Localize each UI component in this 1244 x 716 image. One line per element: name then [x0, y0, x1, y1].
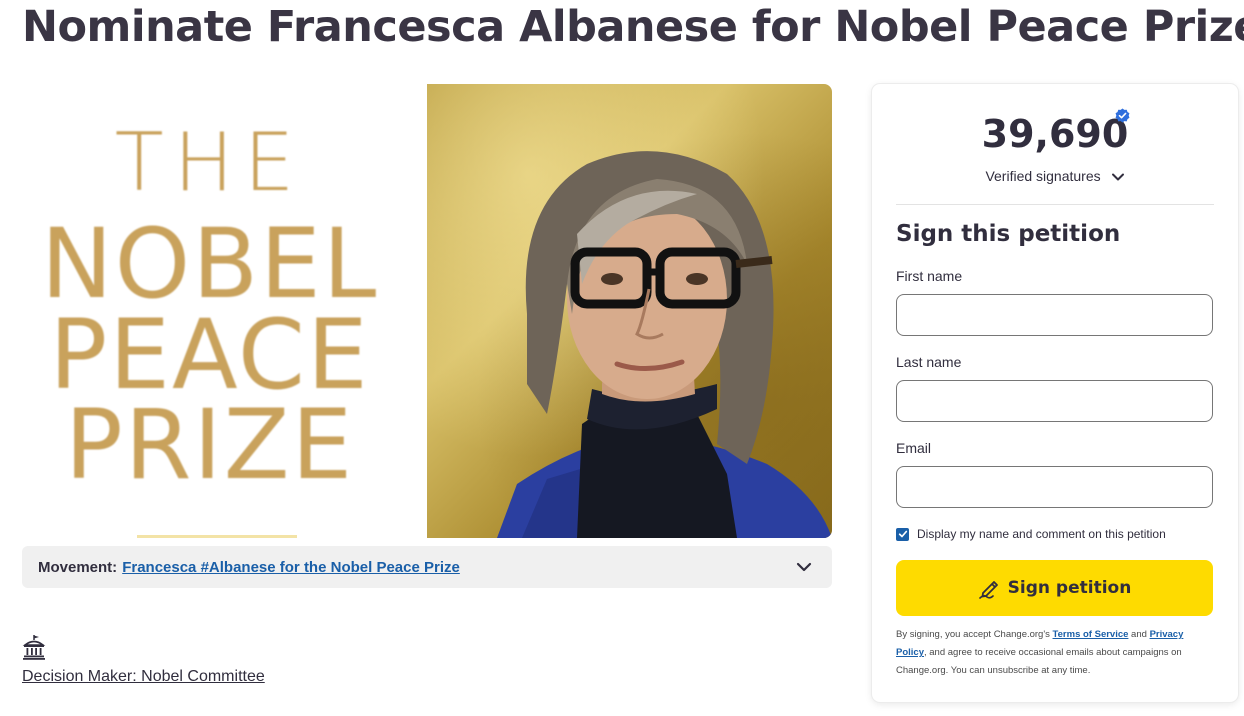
verified-badge-icon: [1115, 108, 1130, 123]
sign-heading: Sign this petition: [896, 221, 1121, 247]
divider: [896, 204, 1214, 205]
prize-line-prize: PRIZE: [64, 389, 355, 501]
decision-maker-link[interactable]: Decision Maker: Nobel Committee: [22, 668, 265, 686]
display-name-checkbox[interactable]: [896, 527, 909, 541]
last-name-input[interactable]: [896, 380, 1213, 422]
legal-notice: By signing, you accept Change.org's Term…: [896, 626, 1206, 680]
display-name-label: Display my name and comment on this peti…: [917, 527, 1166, 541]
email-input[interactable]: [896, 466, 1213, 508]
verified-signatures-toggle[interactable]: Verified signatures: [872, 168, 1238, 184]
portrait-illustration: [497, 151, 832, 538]
legal-text-2: and: [1128, 629, 1150, 640]
sign-petition-label: Sign petition: [1007, 578, 1132, 598]
portrait-photo: [427, 84, 832, 538]
gold-underline: [137, 535, 297, 538]
prize-line-the: THE: [114, 116, 305, 209]
page-title: Nominate Francesca Albanese for Nobel Pe…: [22, 2, 1244, 52]
display-name-option[interactable]: Display my name and comment on this peti…: [896, 527, 1166, 541]
sign-petition-card: 39,690 Verified signatures Sign this pet…: [872, 84, 1238, 702]
checkmark-icon: [898, 530, 907, 538]
legal-text-1: By signing, you accept Change.org's: [896, 629, 1053, 640]
email-label: Email: [896, 440, 932, 456]
movement-link[interactable]: Francesca #Albanese for the Nobel Peace …: [122, 559, 460, 576]
chevron-down-icon[interactable]: [796, 559, 812, 575]
legal-text-3: , and agree to receive occasional emails…: [896, 647, 1182, 676]
first-name-label: First name: [896, 268, 963, 284]
sign-petition-button[interactable]: Sign petition: [896, 560, 1213, 616]
petition-hero-image: THE NOBEL PEACE PRIZE: [22, 84, 832, 538]
pen-icon: [978, 581, 998, 599]
chevron-down-icon: [1111, 173, 1124, 181]
government-building-icon: [22, 635, 46, 660]
first-name-input[interactable]: [896, 294, 1213, 336]
movement-bar[interactable]: Movement: Francesca #Albanese for the No…: [22, 546, 832, 588]
nobel-peace-prize-graphic: THE NOBEL PEACE PRIZE: [22, 84, 427, 538]
verified-signatures-label: Verified signatures: [985, 168, 1101, 184]
signature-count: 39,690: [981, 112, 1129, 156]
movement-label: Movement:: [38, 558, 118, 576]
last-name-label: Last name: [896, 354, 962, 370]
terms-of-service-link[interactable]: Terms of Service: [1053, 629, 1129, 640]
